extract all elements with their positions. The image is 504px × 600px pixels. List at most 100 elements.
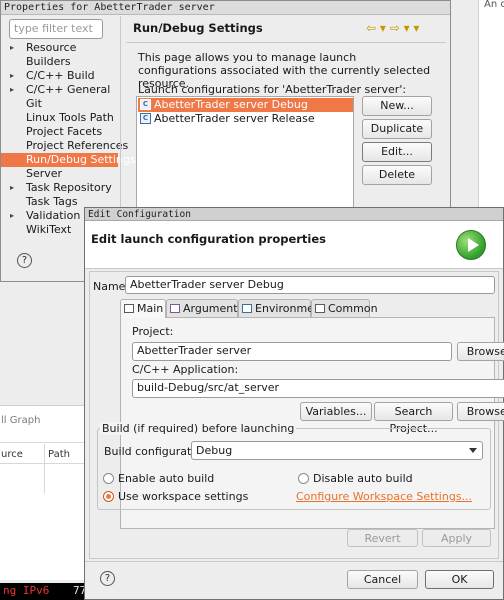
environment-tab-icon: [242, 304, 252, 313]
dialog-header: Edit launch configuration properties: [85, 221, 503, 269]
build-group-title: Build (if required) before launching: [100, 422, 297, 435]
column-divider: [44, 444, 45, 494]
application-label: C/C++ Application:: [132, 363, 239, 376]
configure-workspace-settings-link[interactable]: Configure Workspace Settings...: [296, 490, 472, 503]
application-browse-button[interactable]: Browse...: [457, 402, 504, 421]
column-header-source[interactable]: urce: [1, 449, 23, 460]
launch-config-icon: C: [140, 99, 151, 110]
expand-arrow-icon[interactable]: ▸: [10, 209, 14, 223]
terminal-text: ng IPv6: [3, 584, 50, 597]
help-icon[interactable]: ?: [100, 571, 115, 586]
project-label: Project:: [132, 325, 174, 338]
list-item[interactable]: C AbetterTrader server Release: [138, 112, 353, 126]
tree-item-label: C/C++ Build: [26, 69, 95, 82]
tab-arguments-label: Arguments: [183, 302, 244, 315]
duplicate-button[interactable]: Duplicate: [362, 119, 432, 139]
tree-item[interactable]: Server: [1, 167, 118, 181]
tree-item[interactable]: ▸ Resource: [1, 41, 118, 55]
tree-item-label: Task Tags: [26, 195, 78, 208]
tree-item[interactable]: Git: [1, 97, 118, 111]
run-icon: [456, 230, 486, 260]
edit-button[interactable]: Edit...: [362, 142, 432, 162]
launch-configurations-list[interactable]: C AbetterTrader server Debug C AbetterTrade…: [136, 96, 354, 211]
common-tab-icon: [315, 304, 325, 313]
properties-title-bar[interactable]: Properties for AbetterTrader server: [1, 1, 450, 15]
radio-use-workspace-settings[interactable]: [103, 491, 114, 502]
footer-separator: [85, 561, 503, 562]
table-divider: [0, 442, 90, 443]
tab-environment[interactable]: Environment: [238, 299, 325, 317]
name-label: Name:: [93, 280, 130, 293]
enable-auto-build-label: Enable auto build: [118, 472, 215, 485]
variables-button[interactable]: Variables...: [300, 402, 372, 421]
edit-configuration-dialog: Edit Configuration Edit launch configura…: [84, 207, 504, 600]
table-divider: [0, 463, 90, 464]
disable-auto-build-label: Disable auto build: [313, 472, 413, 485]
project-field[interactable]: AbetterTrader server: [132, 342, 452, 361]
tree-item[interactable]: Project Facets: [1, 125, 118, 139]
expand-arrow-icon[interactable]: ▸: [10, 69, 14, 83]
background-call-graph-panel: ll Graph urce Path: [0, 405, 90, 580]
new-button[interactable]: New...: [362, 96, 432, 116]
chevron-down-icon: [469, 448, 477, 453]
tree-item[interactable]: ▸ C/C++ General: [1, 83, 118, 97]
cancel-button[interactable]: Cancel: [347, 570, 418, 589]
launch-config-icon: C: [140, 113, 151, 124]
launch-config-label: AbetterTrader server Debug: [154, 98, 308, 111]
radio-disable-auto-build[interactable]: [298, 473, 309, 484]
expand-arrow-icon[interactable]: ▸: [10, 83, 14, 97]
column-header-path[interactable]: Path: [48, 449, 70, 460]
application-field[interactable]: build-Debug/src/at_server: [132, 379, 504, 398]
tree-item-label: Resource: [26, 41, 77, 54]
project-browse-button[interactable]: Browse...: [457, 342, 504, 361]
tab-main-label: Main: [137, 302, 164, 315]
build-configuration-select[interactable]: Debug: [191, 441, 483, 460]
build-configuration-value: Debug: [196, 444, 233, 457]
tree-item[interactable]: Run/Debug Settings: [1, 153, 136, 167]
tab-arguments[interactable]: Arguments: [166, 299, 243, 317]
expand-arrow-icon[interactable]: ▸: [10, 181, 14, 195]
tree-item-label: Git: [26, 97, 42, 110]
ok-button[interactable]: OK: [425, 570, 494, 589]
tree-item-label: WikiText: [26, 223, 72, 236]
navigation-arrows-icon[interactable]: ⇦ ▾ ⇨ ▾ ▾: [366, 21, 419, 35]
revert-button[interactable]: Revert: [347, 529, 418, 547]
tree-item-label: Builders: [26, 55, 71, 68]
tree-item[interactable]: Linux Tools Path: [1, 111, 118, 125]
tab-main[interactable]: Main: [120, 299, 166, 318]
title-separator: [126, 42, 446, 43]
tree-item-label: Project References: [26, 139, 129, 152]
dialog-title-bar[interactable]: Edit Configuration: [85, 208, 503, 221]
tree-item[interactable]: ▸ Task Repository: [1, 181, 118, 195]
main-tab-icon: [124, 304, 134, 313]
tree-item-label: Linux Tools Path: [26, 111, 114, 124]
tree-item-label: Validation: [26, 209, 81, 222]
launch-configurations-label: Launch configurations for 'AbetterTrader…: [138, 83, 407, 96]
filter-input[interactable]: type filter text: [9, 19, 103, 39]
page-title: Run/Debug Settings: [133, 21, 263, 35]
expand-arrow-icon[interactable]: ▸: [10, 41, 14, 55]
launch-config-label: AbetterTrader server Release: [154, 112, 315, 125]
arguments-tab-icon: [170, 304, 180, 313]
background-editor-text: An o: [484, 0, 504, 10]
tree-item[interactable]: Project References: [1, 139, 128, 153]
apply-button[interactable]: Apply: [422, 529, 491, 547]
tab-common-label: Common: [328, 302, 378, 315]
tab-common[interactable]: Common: [311, 299, 378, 317]
list-item[interactable]: C AbetterTrader server Debug: [138, 98, 353, 112]
search-project-button[interactable]: Search Project...: [374, 402, 453, 435]
tree-item-label: Project Facets: [26, 125, 103, 138]
tree-item-label: Server: [26, 167, 63, 180]
help-icon[interactable]: ?: [17, 253, 32, 268]
name-field[interactable]: AbetterTrader server Debug: [125, 276, 495, 294]
tree-item-label: C/C++ General: [26, 83, 111, 96]
use-workspace-settings-label: Use workspace settings: [118, 490, 249, 503]
background-editor-panel: An o: [478, 0, 504, 210]
delete-button[interactable]: Delete: [362, 165, 432, 185]
tree-item[interactable]: ▸ C/C++ Build: [1, 69, 118, 83]
call-graph-title: ll Graph: [1, 415, 41, 426]
tree-item[interactable]: Builders: [1, 55, 118, 69]
radio-enable-auto-build[interactable]: [103, 473, 114, 484]
dialog-header-title: Edit launch configuration properties: [91, 232, 327, 246]
background-terminal: ng IPv6 77: [0, 583, 90, 600]
